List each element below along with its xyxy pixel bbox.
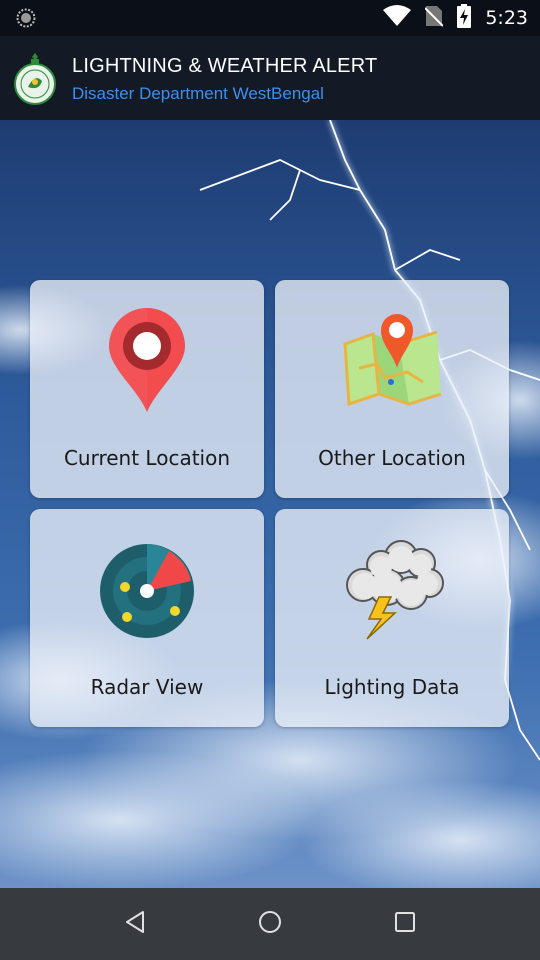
radar-view-label: Radar View — [90, 675, 204, 699]
map-location-icon — [337, 308, 447, 413]
status-bar: 5:23 — [0, 0, 540, 36]
radar-icon — [99, 543, 195, 644]
storm-background-image — [0, 120, 540, 888]
west-bengal-emblem-icon — [12, 51, 58, 105]
storm-cloud-icon — [337, 535, 447, 646]
current-location-tile[interactable]: Current Location — [30, 280, 264, 498]
app-bar: LIGHTNING & WEATHER ALERT Disaster Depar… — [0, 36, 540, 120]
battery-charging-icon — [457, 3, 472, 33]
map-pin-icon — [107, 308, 187, 421]
app-title: LIGHTNING & WEATHER ALERT — [72, 55, 378, 77]
back-button[interactable] — [115, 904, 155, 944]
home-icon — [257, 909, 283, 940]
no-sim-icon — [424, 5, 445, 32]
home-button[interactable] — [250, 904, 290, 944]
sync-icon — [16, 8, 36, 33]
recents-button[interactable] — [385, 904, 425, 944]
lighting-data-label: Lighting Data — [324, 675, 460, 699]
back-icon — [123, 910, 147, 939]
recents-icon — [394, 911, 416, 938]
current-location-label: Current Location — [63, 446, 231, 470]
other-location-tile[interactable]: Other Location — [275, 280, 509, 498]
navigation-bar — [0, 888, 540, 960]
wifi-icon — [383, 4, 412, 32]
lighting-data-tile[interactable]: Lighting Data — [275, 509, 509, 727]
status-time: 5:23 — [485, 7, 528, 29]
app-subtitle: Disaster Department WestBengal — [72, 84, 324, 103]
other-location-label: Other Location — [318, 446, 466, 470]
radar-view-tile[interactable]: Radar View — [30, 509, 264, 727]
